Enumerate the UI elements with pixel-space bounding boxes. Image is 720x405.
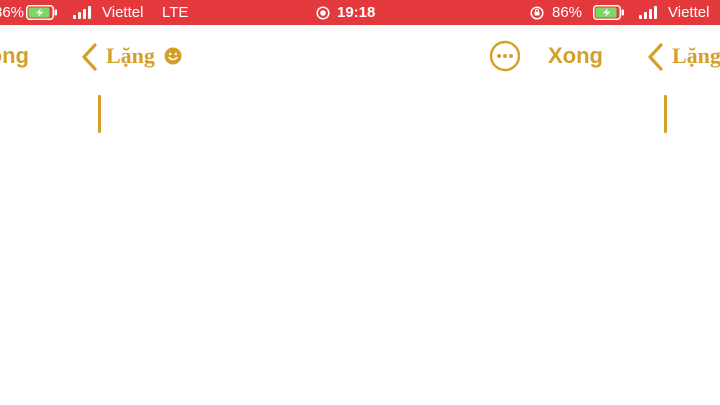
note-body[interactable] [0,85,720,405]
orientation-lock-icon [530,6,544,20]
screen-recording-icon [316,6,330,20]
chevron-left-icon[interactable] [646,43,664,71]
status-right-carrier: Viettel [668,4,710,21]
battery-charging-icon [26,5,57,20]
status-bar: 86% Viettel LTE 19:18 86% Viett [0,0,720,25]
done-button-right[interactable]: Xong [548,43,603,69]
back-button-right-label[interactable]: Lặng [672,43,720,69]
back-button-left-label[interactable]: Lặng [106,43,155,69]
status-right-battery-percent: 86% [552,4,583,21]
signal-bars-icon [639,6,657,19]
done-button-left[interactable]: Xong [0,43,29,69]
ellipsis-circle-icon[interactable] [489,40,521,72]
battery-charging-icon [593,5,624,20]
status-left-network: LTE [162,4,189,21]
status-left-battery-percent: 86% [0,4,25,21]
chevron-left-icon[interactable] [80,43,98,71]
smiley-emoji-icon [164,47,182,65]
signal-bars-icon [73,6,91,19]
status-time: 19:18 [337,4,376,21]
status-left-carrier: Viettel [102,4,144,21]
